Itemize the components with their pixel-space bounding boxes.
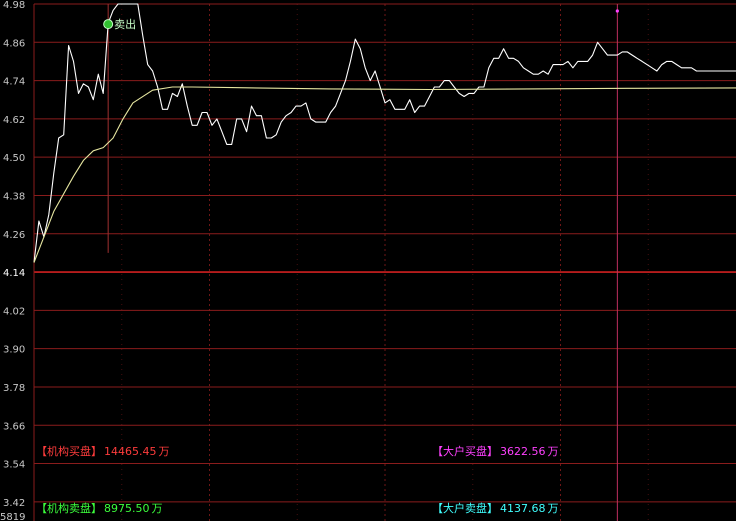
legend-label: 机构买盘 [47, 445, 91, 458]
y-tick-label: 4.74 [3, 77, 25, 88]
legend-unit: 万 [151, 502, 163, 515]
legend-label: 机构卖盘 [47, 502, 91, 515]
top-marker-dot [615, 9, 619, 13]
y-tick-label: 3.54 [3, 460, 25, 471]
y-tick-label: 4.26 [3, 230, 25, 241]
legend-open-bracket: 【 [36, 502, 47, 515]
y-axis-ticks: 4.98 4.86 4.74 4.62 4.50 4.38 4.26 4.14 4.02 3.90… [0, 0, 25, 521]
y-tick-label: 3.66 [3, 421, 25, 432]
legend-close-bracket: 】 [487, 445, 498, 458]
legend-label: 大户买盘 [443, 445, 487, 458]
legend-institution-sell: 【机构卖盘】 8975.50 万 [36, 500, 163, 516]
y-tick-label: 4.62 [3, 115, 25, 126]
y-tick-label: 3.42 [3, 498, 25, 509]
y-tick-label: 4.50 [3, 153, 25, 164]
legend-unit: 万 [547, 445, 559, 458]
legend-close-bracket: 】 [487, 502, 498, 515]
legend-open-bracket: 【 [36, 445, 47, 458]
y-tick-label: 3.90 [3, 345, 25, 356]
vertical-grid-lines [121, 4, 649, 521]
legend-unit: 万 [547, 502, 559, 515]
sell-signal-icon [103, 19, 114, 30]
y-tick-label: 4.38 [3, 191, 25, 202]
sell-signal-label: 卖出 [114, 17, 136, 31]
sell-signal[interactable]: 卖出 [103, 17, 137, 31]
legend-close-bracket: 】 [91, 502, 102, 515]
legend-large-holder-sell: 【大户卖盘】 4137.68 万 [432, 500, 559, 516]
legend-close-bracket: 】 [91, 445, 102, 458]
legend-unit: 万 [158, 445, 170, 458]
legend-institution-buy: 【机构买盘】 14465.45 万 [36, 443, 170, 459]
y-tick-label: 4.86 [3, 38, 25, 49]
legend-value: 8975.50 [104, 502, 150, 515]
y-tick-label: 4.14 [3, 268, 25, 279]
legend-open-bracket: 【 [432, 445, 443, 458]
legend-open-bracket: 【 [432, 502, 443, 515]
legend-value: 4137.68 [500, 502, 546, 515]
legend-value: 14465.45 [104, 445, 157, 458]
volume-partial-label: 5819 [0, 512, 25, 521]
legend-label: 大户卖盘 [443, 502, 487, 515]
y-tick-label: 3.78 [3, 383, 25, 394]
legend-large-holder-buy: 【大户买盘】 3622.56 万 [432, 443, 559, 459]
legend-value: 3622.56 [500, 445, 546, 458]
y-tick-label: 4.02 [3, 306, 25, 317]
y-tick-label: 4.98 [3, 0, 25, 11]
